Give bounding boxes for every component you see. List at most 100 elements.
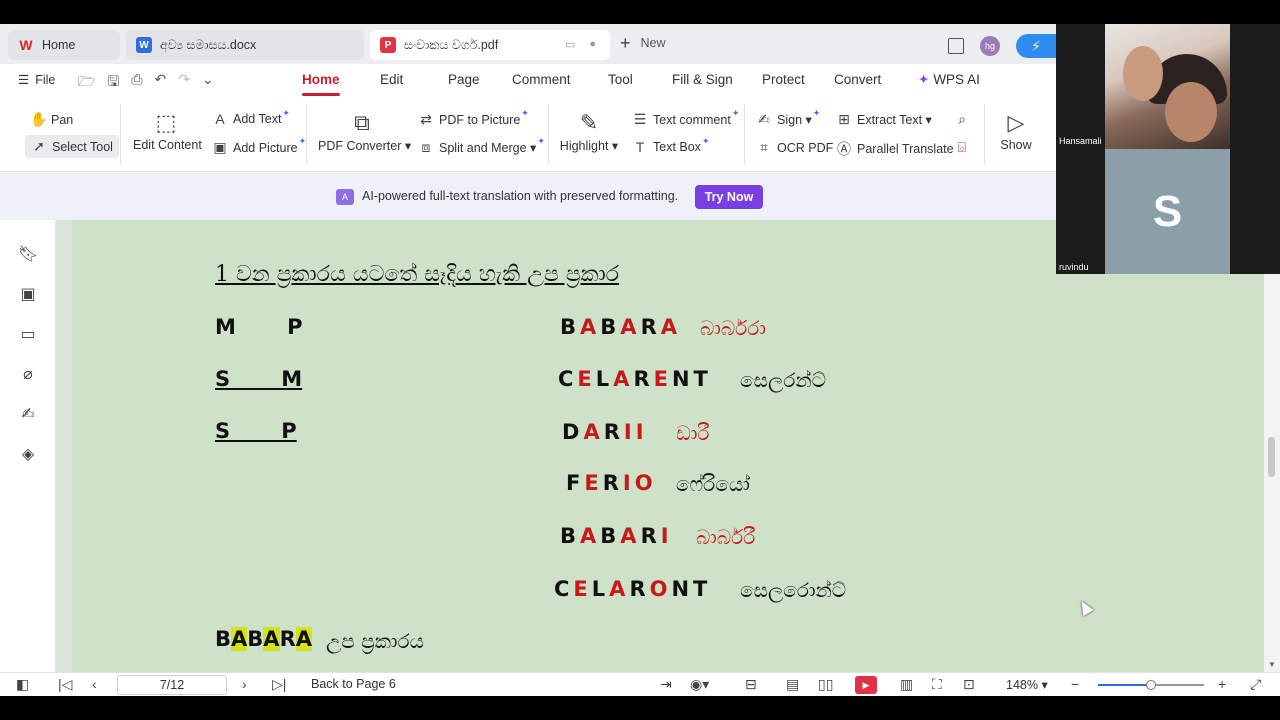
layers-icon[interactable]: ◈ bbox=[18, 444, 38, 464]
extract-text-button[interactable]: ⊞ Extract Text ▾ bbox=[836, 111, 932, 128]
screen-ocr-button[interactable]: ⌺ bbox=[954, 139, 975, 156]
text-comment-button[interactable]: ☰ Text comment ✦ bbox=[632, 108, 740, 128]
video-figure bbox=[1123, 46, 1163, 101]
prev-page-icon[interactable]: ‹ bbox=[92, 676, 97, 692]
bookmark-icon[interactable]: 🔖︎ bbox=[18, 244, 38, 264]
subheading-letter: A bbox=[263, 627, 280, 651]
monitor-icon[interactable]: ▭ bbox=[565, 38, 575, 51]
upgrade-bolt-icon[interactable]: ⚡ bbox=[1016, 34, 1056, 58]
signature-panel-icon[interactable]: ✍ bbox=[18, 404, 38, 424]
zoom-in-icon[interactable]: + bbox=[1218, 676, 1226, 692]
split-merge-icon: ⧈ bbox=[421, 139, 431, 155]
pdf-converter-button[interactable]: ⧉ PDF Converter ▾ bbox=[318, 110, 411, 153]
mood-letter: A bbox=[609, 577, 630, 601]
mood-letter: L bbox=[591, 577, 610, 601]
export-icon[interactable]: ⇥ bbox=[660, 676, 672, 693]
premise-row-3: S P bbox=[215, 419, 297, 443]
mood-babari: BABARI bbox=[560, 524, 673, 548]
redo-icon[interactable]: ↷ bbox=[178, 71, 190, 95]
print-icon[interactable]: ⎙ bbox=[131, 71, 142, 95]
search-icon: ⌕ bbox=[958, 111, 966, 127]
split-merge-button[interactable]: ⧈ Split and Merge ▾ ✦ bbox=[418, 136, 545, 156]
menu-fill-sign[interactable]: Fill & Sign bbox=[672, 72, 733, 87]
menu-home[interactable]: Home bbox=[302, 72, 340, 87]
pan-button[interactable]: ✋ Pan bbox=[30, 111, 73, 128]
new-tab-button[interactable]: + New bbox=[620, 34, 666, 52]
tab-label: Home bbox=[42, 38, 76, 52]
sinhala-babari: බාර්බරී bbox=[696, 525, 756, 549]
window-switch-icon[interactable] bbox=[948, 38, 964, 54]
try-now-button[interactable]: Try Now bbox=[695, 185, 763, 209]
ocr-pdf-button[interactable]: ⌗ OCR PDF bbox=[756, 139, 833, 156]
user-avatar[interactable]: hg bbox=[980, 36, 1000, 56]
edit-content-label: Edit Content bbox=[133, 138, 202, 152]
play-slideshow-icon[interactable]: ▶ bbox=[855, 676, 877, 694]
ribbon-divider bbox=[548, 104, 549, 164]
next-page-icon[interactable]: › bbox=[242, 676, 247, 692]
save-icon[interactable]: 🖫 bbox=[107, 71, 119, 95]
select-tool-button[interactable]: ➚ Select Tool bbox=[25, 135, 119, 158]
reading-mode-icon[interactable]: ▥ bbox=[900, 676, 913, 693]
sign-button[interactable]: ✍ Sign ▾ ✦ bbox=[756, 108, 820, 128]
menu-wps-ai[interactable]: ✦ WPS AI bbox=[918, 72, 980, 88]
file-menu[interactable]: ☰ File bbox=[18, 72, 55, 88]
menu-row: ☰ File 🗁 🖫 ⎙ ↶ ↷ ⌄ Home Edit Page Commen… bbox=[0, 64, 1056, 96]
split-merge-label: Split and Merge bbox=[439, 140, 527, 155]
premise-row-1: M P bbox=[215, 315, 303, 339]
mood-letter: T bbox=[693, 577, 712, 601]
undo-icon[interactable]: ↶ bbox=[155, 71, 167, 95]
mood-letter: N bbox=[671, 577, 694, 601]
tab-home[interactable]: W Home bbox=[8, 30, 120, 60]
participant-video-tile[interactable] bbox=[1105, 24, 1230, 149]
mood-letter: B bbox=[600, 315, 621, 339]
mood-celaront: CELARONT bbox=[554, 577, 711, 601]
text-box-button[interactable]: T Text Box ✦ bbox=[632, 136, 710, 156]
babara-subheading-word: BABARA bbox=[215, 627, 312, 651]
document-viewport[interactable] bbox=[56, 220, 1280, 672]
zoom-level[interactable]: 148% ▾ bbox=[1006, 677, 1048, 692]
add-text-button[interactable]: A Add Text ✦ bbox=[212, 108, 290, 128]
scroll-down-arrow-icon[interactable]: ▼ bbox=[1268, 660, 1276, 669]
page-number-input[interactable]: 7/12 bbox=[117, 675, 227, 695]
fullscreen-icon[interactable]: ⤢ bbox=[1250, 676, 1261, 693]
scrollbar-thumb[interactable] bbox=[1268, 437, 1275, 477]
chevron-down-icon[interactable]: ⌄ bbox=[202, 71, 214, 95]
zoom-slider-handle[interactable] bbox=[1146, 680, 1156, 690]
pdf-to-picture-button[interactable]: ⇄ PDF to Picture ✦ bbox=[418, 108, 529, 128]
add-picture-button[interactable]: ▣ Add Picture ✦ bbox=[212, 136, 306, 156]
tab-docx[interactable]: W අව්‍ය සමාසය.docx bbox=[126, 30, 364, 60]
single-page-icon[interactable]: ▤ bbox=[786, 676, 799, 693]
comment-panel-icon[interactable]: ▭ bbox=[18, 324, 38, 344]
menu-protect[interactable]: Protect bbox=[762, 72, 805, 87]
sidebar-toggle-icon[interactable]: ◧ bbox=[16, 676, 29, 693]
menu-edit[interactable]: Edit bbox=[380, 72, 403, 87]
ai-translate-icon: A bbox=[336, 189, 354, 205]
menu-tool[interactable]: Tool bbox=[608, 72, 633, 87]
fit-width-icon[interactable]: ⊟ bbox=[745, 676, 757, 693]
first-page-icon[interactable]: |◁ bbox=[58, 676, 72, 693]
two-page-icon[interactable]: ▯▯ bbox=[818, 676, 833, 693]
open-folder-icon[interactable]: 🗁 bbox=[78, 71, 95, 95]
eye-view-icon[interactable]: ◉▾ bbox=[690, 676, 709, 693]
zoom-out-icon[interactable]: − bbox=[1071, 676, 1079, 692]
participant-avatar-tile[interactable]: S bbox=[1105, 149, 1230, 274]
last-page-icon[interactable]: ▷| bbox=[272, 676, 286, 693]
search-button[interactable]: ⌕ bbox=[954, 111, 975, 128]
participant-name: ruvindu bbox=[1059, 262, 1089, 272]
menu-page[interactable]: Page bbox=[448, 72, 480, 87]
tab-pdf[interactable]: P සංවාකය වර්ග.pdf ▭ ● bbox=[370, 30, 610, 60]
mood-letter: I bbox=[635, 420, 648, 444]
edit-content-button[interactable]: ⬚ Edit Content bbox=[133, 110, 202, 152]
fit-page-icon[interactable]: ⛶ bbox=[932, 676, 942, 693]
extract-text-icon: ⊞ bbox=[838, 111, 850, 127]
attachment-icon[interactable]: ⌀ bbox=[18, 364, 38, 384]
highlight-button[interactable]: ✎ Highlight ▾ bbox=[558, 110, 620, 153]
thumbnails-icon[interactable]: ▣ bbox=[18, 284, 38, 304]
back-to-page-link[interactable]: Back to Page 6 bbox=[311, 677, 396, 691]
menu-convert[interactable]: Convert bbox=[834, 72, 881, 87]
menu-comment[interactable]: Comment bbox=[512, 72, 571, 87]
show-button[interactable]: ▷ Show bbox=[996, 110, 1036, 152]
wps-ai-label: WPS AI bbox=[933, 72, 980, 87]
continuous-scroll-icon[interactable]: ⊡ bbox=[963, 676, 975, 693]
parallel-translate-button[interactable]: Ⓐ Parallel Translate bbox=[836, 139, 954, 159]
